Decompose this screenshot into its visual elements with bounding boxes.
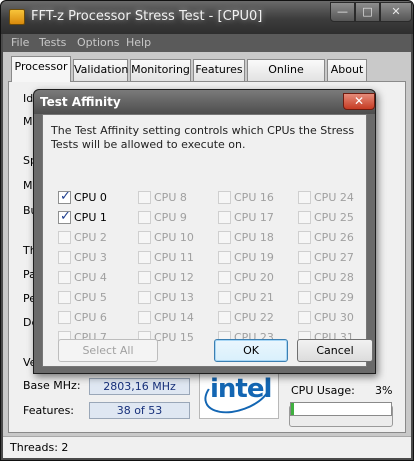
features-label: Features:: [23, 404, 75, 417]
cpu-label: CPU 27: [314, 251, 354, 264]
cpu-label: CPU 0: [74, 191, 107, 204]
cpu-label: CPU 25: [314, 211, 354, 224]
cpu-label: CPU 24: [314, 191, 354, 204]
cpu-label: CPU 29: [314, 291, 354, 304]
cpu-checkbox: [298, 191, 311, 204]
cpu-checkbox: [58, 231, 71, 244]
cpu-checkbox: [58, 251, 71, 264]
cpu-usage-label: CPU Usage:: [291, 384, 355, 397]
cpu-checkbox: [138, 211, 151, 224]
cpu-checkbox: [298, 291, 311, 304]
cpu-checkbox: [218, 211, 231, 224]
ok-button[interactable]: OK: [214, 339, 288, 362]
tab-processor[interactable]: Processor: [11, 56, 71, 82]
cpu-label: CPU 6: [74, 311, 107, 324]
cpu-label: CPU 30: [314, 311, 354, 324]
maximize-button[interactable]: □: [355, 2, 380, 22]
tab-validation[interactable]: Validation: [73, 59, 128, 81]
intel-logo-text: intel: [210, 374, 272, 404]
cpu-label: CPU 15: [154, 331, 194, 344]
tab-features[interactable]: Features: [193, 59, 245, 81]
dialog-title: Test Affinity: [40, 95, 121, 109]
cpu-checkbox[interactable]: ✓: [58, 189, 71, 204]
cpu-usage-bar: [290, 402, 392, 416]
cpu-checkbox: [298, 311, 311, 324]
cpu-label: CPU 22: [234, 311, 274, 324]
cpu-label: CPU 10: [154, 231, 194, 244]
cpu-checkbox: [298, 231, 311, 244]
test-affinity-dialog: Test Affinity ✕ The Test Affinity settin…: [33, 89, 376, 374]
cpu-label: CPU 9: [154, 211, 187, 224]
cpu-checkbox: [218, 231, 231, 244]
base-mhz-value: 2803,16 MHz: [89, 378, 190, 395]
tab-monitoring[interactable]: Monitoring: [130, 59, 191, 81]
cpu-label: CPU 17: [234, 211, 274, 224]
features-value: 38 of 53: [89, 402, 190, 419]
field-label: Id: [23, 92, 34, 105]
cpu-label: CPU 14: [154, 311, 194, 324]
cpu-label: CPU 19: [234, 251, 274, 264]
cpu-label: CPU 8: [154, 191, 187, 204]
cpu-checkbox: [218, 291, 231, 304]
dialog-description: The Test Affinity setting controls which…: [51, 124, 355, 151]
cpu-label: CPU 18: [234, 231, 274, 244]
cpu-label: CPU 21: [234, 291, 274, 304]
cpu-label: CPU 28: [314, 271, 354, 284]
cancel-button[interactable]: Cancel: [297, 339, 373, 362]
cpu-checkbox: [218, 191, 231, 204]
cpu-label: CPU 20: [234, 271, 274, 284]
cpu-label: CPU 4: [74, 271, 107, 284]
select-all-button[interactable]: Select All: [58, 339, 158, 362]
cpu-checkbox: [138, 271, 151, 284]
menu-tests[interactable]: Tests: [39, 36, 66, 49]
cpu-checkbox: [138, 231, 151, 244]
cpu-checkbox: [138, 251, 151, 264]
checkmark-icon: ✓: [60, 189, 71, 204]
tab-online-results[interactable]: Online Results: [247, 59, 325, 96]
menubar: File Tests Options Help: [3, 34, 411, 52]
dialog-close-button[interactable]: ✕: [343, 93, 375, 110]
tab-about[interactable]: About: [327, 59, 367, 81]
cpu-checkbox: [138, 291, 151, 304]
app-icon: [9, 9, 25, 25]
cpu-checkbox: [58, 271, 71, 284]
cpu-checkbox: [218, 311, 231, 324]
close-button[interactable]: ✕: [380, 2, 412, 22]
cpu-label: CPU 13: [154, 291, 194, 304]
cpu-checkbox: [58, 311, 71, 324]
cpu-checkbox: [298, 271, 311, 284]
cpu-checkbox: [138, 191, 151, 204]
cpu-checkbox[interactable]: ✓: [58, 209, 71, 224]
cpu-label: CPU 3: [74, 251, 107, 264]
cpu-label: CPU 5: [74, 291, 107, 304]
main-titlebar[interactable]: FFT-z Processor Stress Test - [CPU0] — □…: [1, 1, 413, 34]
base-mhz-label: Base MHz:: [23, 379, 81, 392]
cpu-checkbox: [298, 211, 311, 224]
cpu-label: CPU 2: [74, 231, 107, 244]
cpu-checkbox: [218, 251, 231, 264]
cpu-label: CPU 26: [314, 231, 354, 244]
cpu-label: CPU 16: [234, 191, 274, 204]
cpu-label: CPU 12: [154, 271, 194, 284]
cpu-checkbox: [298, 251, 311, 264]
statusbar: Threads: 2: [3, 436, 411, 458]
dialog-titlebar[interactable]: Test Affinity ✕: [34, 90, 375, 114]
cpu-checkbox: [58, 291, 71, 304]
window-title: FFT-z Processor Stress Test - [CPU0]: [31, 9, 263, 24]
menu-options[interactable]: Options: [77, 36, 119, 49]
menu-file[interactable]: File: [11, 36, 29, 49]
cpu-checkbox: [138, 311, 151, 324]
cpu-checkbox: [218, 271, 231, 284]
cpu-usage-fill: [291, 403, 294, 415]
intel-logo: intel: [198, 360, 279, 422]
cpu-label: CPU 11: [154, 251, 194, 264]
minimize-button[interactable]: —: [330, 2, 355, 22]
checkmark-icon: ✓: [60, 209, 71, 224]
status-threads: Threads: 2: [10, 441, 69, 454]
cpu-label: CPU 1: [74, 211, 107, 224]
menu-help[interactable]: Help: [126, 36, 151, 49]
dialog-body: The Test Affinity setting controls which…: [42, 114, 373, 367]
cpu-usage-value: 3%: [375, 384, 393, 397]
